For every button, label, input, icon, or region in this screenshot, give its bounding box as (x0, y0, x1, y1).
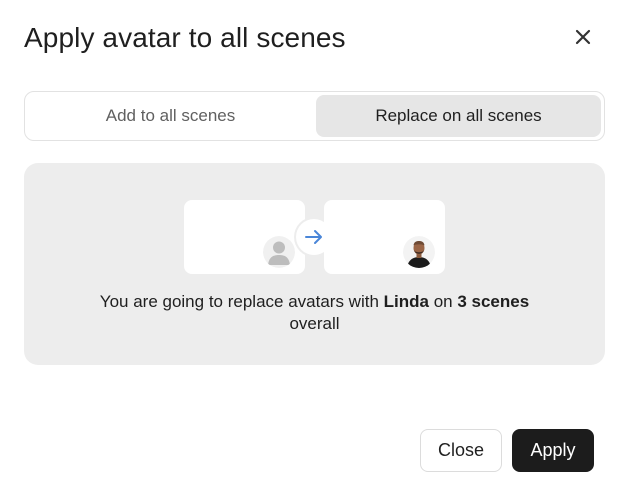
avatar-photo (403, 236, 435, 268)
avatar-name: Linda (383, 292, 429, 311)
close-dialog-button[interactable] (570, 24, 596, 50)
dialog-title: Apply avatar to all scenes (24, 22, 346, 53)
scene-count: 3 scenes (457, 292, 530, 311)
apply-button[interactable]: Apply (512, 429, 594, 472)
message-prefix: You are going to replace avatars with (99, 292, 384, 311)
apply-avatar-dialog: Apply avatar to all scenes Add to all sc… (0, 0, 640, 494)
person-placeholder-icon (263, 236, 295, 268)
tab-add-to-all-scenes[interactable]: Add to all scenes (28, 95, 313, 137)
scene-thumbnail-after (324, 200, 445, 274)
scene-thumbnail-before (184, 200, 305, 274)
tab-replace-on-all-scenes[interactable]: Replace on all scenes (316, 95, 601, 137)
replace-summary-text: You are going to replace avatars with Li… (24, 291, 605, 335)
close-icon (575, 29, 591, 45)
close-button[interactable]: Close (420, 429, 502, 472)
preview-panel: You are going to replace avatars with Li… (24, 163, 605, 365)
message-suffix: overall (289, 314, 340, 333)
message-middle: on (428, 292, 458, 311)
mode-segmented-control: Add to all scenes Replace on all scenes (24, 91, 605, 141)
